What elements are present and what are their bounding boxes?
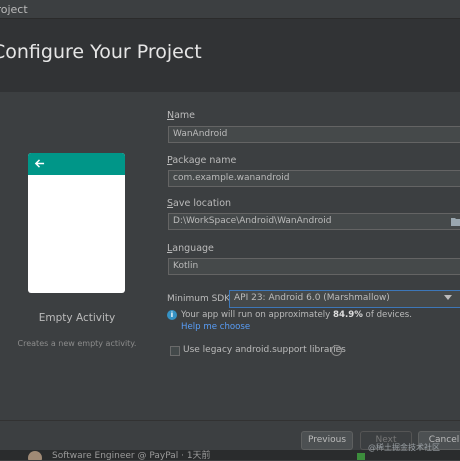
chevron-down-icon — [444, 295, 452, 300]
language-label: Language — [167, 243, 214, 254]
help-me-choose-link[interactable]: Help me choose — [181, 322, 250, 332]
window-title: Project — [0, 3, 28, 16]
page-title: Configure Your Project — [0, 41, 202, 63]
legacy-support-label[interactable]: Use legacy android.support libraries — [183, 345, 346, 355]
previous-label: Previous — [307, 435, 347, 445]
template-description: Creates a new empty activity. — [17, 339, 137, 348]
minimum-sdk-select[interactable]: API 23: Android 6.0 (Marshmallow) — [229, 290, 460, 308]
save-location-field[interactable]: D:\WorkSpace\Android\WanAndroid — [168, 213, 460, 230]
template-preview — [28, 153, 125, 293]
avatar — [28, 451, 42, 460]
device-coverage-text: Your app will run on approximately 84.9%… — [181, 310, 413, 320]
package-name-field[interactable]: com.example.wanandroid — [168, 170, 460, 187]
name-field[interactable]: WanAndroid — [168, 126, 460, 143]
wizard-header: Configure Your Project — [0, 19, 460, 92]
folder-icon[interactable] — [451, 217, 460, 226]
save-location-label: Save location — [167, 198, 232, 209]
minimum-sdk-label: Minimum SDK — [167, 294, 231, 304]
legacy-support-checkbox[interactable] — [170, 346, 180, 356]
minimum-sdk-value: API 23: Android 6.0 (Marshmallow) — [234, 293, 390, 303]
watermark: @稀土掘金技术社区 — [368, 443, 440, 452]
window-titlebar: Project — [0, 0, 460, 19]
coverage-percent: 84.9% — [333, 310, 363, 320]
back-arrow-icon — [34, 159, 45, 168]
template-name: Empty Activity — [38, 312, 116, 324]
name-label: Name — [167, 110, 196, 121]
help-icon[interactable]: ? — [331, 345, 342, 356]
language-select[interactable]: Kotlin — [168, 258, 460, 275]
background-text: Software Engineer @ PayPal · 1天前 — [52, 451, 211, 460]
green-badge — [357, 453, 365, 460]
package-label: Package name — [167, 155, 237, 166]
preview-appbar — [28, 153, 125, 175]
previous-button[interactable]: Previous — [301, 431, 353, 450]
info-icon: i — [167, 310, 177, 320]
